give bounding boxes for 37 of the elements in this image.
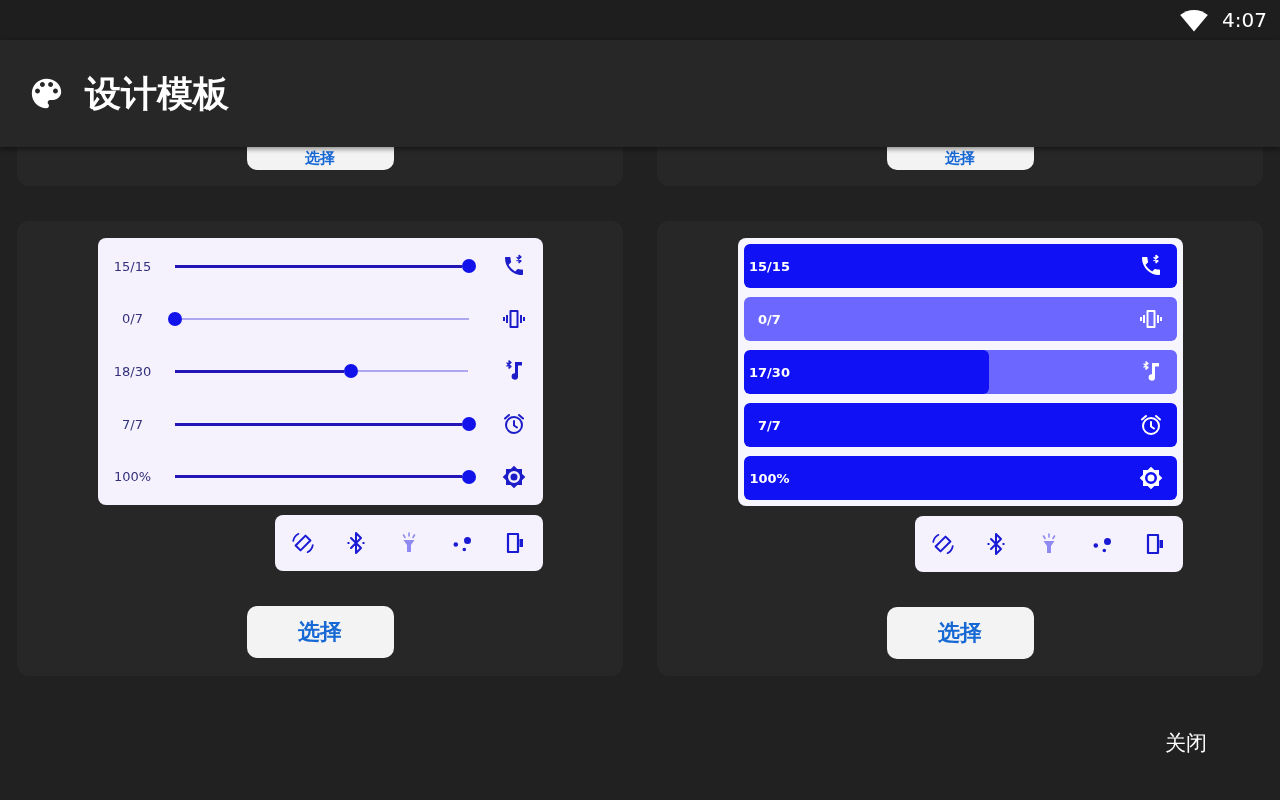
volume-reading: 7/7 xyxy=(121,416,144,432)
slider[interactable] xyxy=(174,364,469,379)
brightness-icon xyxy=(1138,466,1163,490)
slider-thumb[interactable] xyxy=(167,311,182,326)
select-button[interactable]: 选择 xyxy=(886,147,1034,170)
alarm-clock-icon xyxy=(1138,413,1163,437)
select-button[interactable]: 选择 xyxy=(246,606,394,658)
screen-rotation-icon[interactable] xyxy=(930,532,955,556)
app-title: 设计模板 xyxy=(85,71,229,116)
volume-reading: 100% xyxy=(749,470,790,486)
volume-bar[interactable]: 17/30 xyxy=(743,350,1177,394)
select-button[interactable]: 选择 xyxy=(886,607,1034,659)
volume-bar[interactable]: 0/7 xyxy=(743,297,1177,341)
clock-time: 4:07 xyxy=(1222,10,1267,30)
alarm-clock-icon xyxy=(501,412,526,437)
volume-reading: 18/30 xyxy=(112,364,153,379)
select-button[interactable]: 选择 xyxy=(246,147,394,170)
volume-reading: 100% xyxy=(112,469,153,485)
brightness-icon xyxy=(501,464,526,489)
volume-bar[interactable]: 7/7 xyxy=(743,403,1177,447)
slider-thumb[interactable] xyxy=(461,417,476,432)
slider-thumb[interactable] xyxy=(461,259,476,274)
volume-bar[interactable]: 15/15 xyxy=(743,244,1177,288)
volume-reading: 0/7 xyxy=(758,311,781,327)
slider-thumb[interactable] xyxy=(343,364,358,379)
wifi-icon xyxy=(1180,8,1209,32)
close-button[interactable]: 关闭 xyxy=(1165,732,1207,756)
volume-reading: 17/30 xyxy=(749,364,790,380)
slider-thumb[interactable] xyxy=(461,469,476,484)
palette-icon xyxy=(31,78,62,109)
screen-rotation-icon[interactable] xyxy=(290,531,315,555)
volume-reading: 7/7 xyxy=(758,417,781,433)
volume-reading: 0/7 xyxy=(121,311,144,327)
volume-reading: 15/15 xyxy=(749,258,790,274)
volume-reading: 15/15 xyxy=(112,258,153,274)
vibration-icon xyxy=(1138,307,1163,331)
volume-bar[interactable]: 100% xyxy=(743,456,1177,500)
